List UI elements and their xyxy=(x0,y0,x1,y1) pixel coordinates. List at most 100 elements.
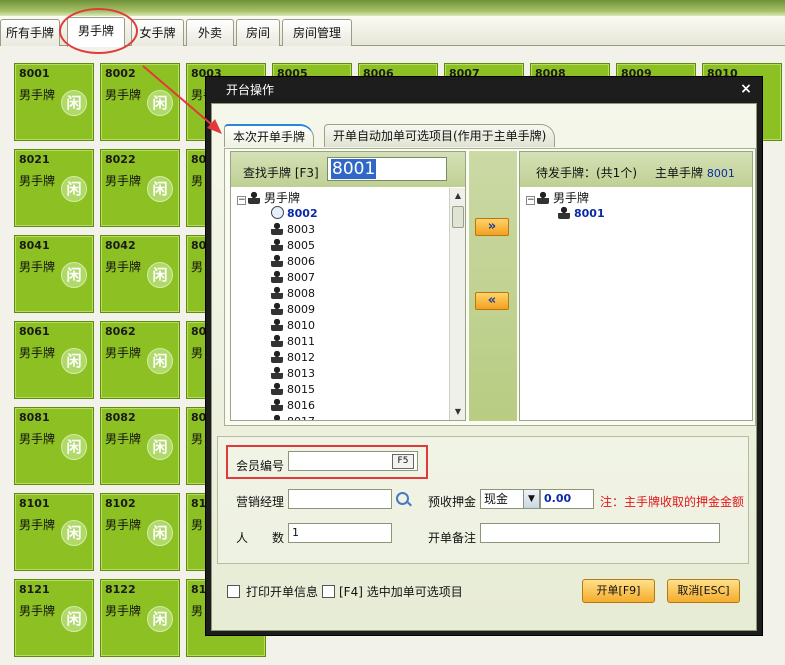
manager-input[interactable] xyxy=(288,489,392,509)
token-item-label: 8003 xyxy=(287,223,315,236)
deposit-amount-input[interactable]: 0.00 xyxy=(540,489,594,509)
tile-logo-icon: 闲 xyxy=(147,606,173,632)
person-icon xyxy=(271,382,283,395)
tile-logo-icon: 闲 xyxy=(147,90,173,116)
collapse-icon[interactable]: − xyxy=(237,196,246,205)
tree-root[interactable]: − 男手牌 xyxy=(237,190,300,206)
member-key-hint[interactable]: F5 xyxy=(392,454,414,469)
person-icon xyxy=(271,270,283,283)
token-item[interactable]: 8007 xyxy=(271,270,315,286)
tile-24[interactable]: 8121 男手牌闲 xyxy=(14,579,94,657)
tile-0[interactable]: 8001 男手牌闲 xyxy=(14,63,94,141)
token-item[interactable]: 8017 xyxy=(271,414,315,420)
tile-18[interactable]: 8081 男手牌闲 xyxy=(14,407,94,485)
tree-root-label: 男手牌 xyxy=(264,191,301,205)
token-item-label: 8002 xyxy=(287,207,318,220)
member-input[interactable]: F5 xyxy=(288,451,418,471)
people-input[interactable]: 1 xyxy=(288,523,392,543)
scroll-down-icon[interactable]: ▼ xyxy=(451,405,465,419)
token-item[interactable]: 8009 xyxy=(271,302,315,318)
pending-tree[interactable]: − 男手牌 8001 xyxy=(520,188,752,420)
tile-number: 8002 xyxy=(105,67,136,80)
tab-takeout[interactable]: 外卖 xyxy=(186,19,234,46)
tab-room-manage[interactable]: 房间管理 xyxy=(282,19,352,46)
pending-item[interactable]: 8001 xyxy=(558,206,605,222)
tile-15[interactable]: 8061 男手牌闲 xyxy=(14,321,94,399)
scroll-up-icon[interactable]: ▲ xyxy=(451,189,465,203)
cancel-button[interactable]: 取消[ESC] xyxy=(667,579,740,603)
tile-13[interactable]: 8042 男手牌闲 xyxy=(100,235,180,313)
tab-auto-items[interactable]: 开单自动加单可选项目(作用于主单手牌) xyxy=(324,124,556,147)
collapse-icon[interactable]: − xyxy=(526,196,535,205)
tile-1[interactable]: 8002 男手牌闲 xyxy=(100,63,180,141)
tile-19[interactable]: 8082 男手牌闲 xyxy=(100,407,180,485)
pending-item-label: 8001 xyxy=(574,207,605,220)
tile-25[interactable]: 8122 男手牌闲 xyxy=(100,579,180,657)
token-item[interactable]: 8011 xyxy=(271,334,315,350)
people-value: 1 xyxy=(292,526,299,539)
tile-number: 8102 xyxy=(105,497,136,510)
add-token-button[interactable]: » xyxy=(475,218,509,236)
token-item-label: 8005 xyxy=(287,239,315,252)
token-item[interactable]: 8008 xyxy=(271,286,315,302)
tile-number: 8021 xyxy=(19,153,50,166)
token-item[interactable]: 8002 xyxy=(271,206,318,222)
tile-kind: 男 xyxy=(191,174,204,188)
list-scrollbar[interactable]: ▲ ▼ xyxy=(449,188,465,420)
open-button[interactable]: 开单[F9] xyxy=(582,579,655,603)
token-tree[interactable]: − 男手牌 8002 8003 8005 8006 8007 8008 8009 8010 801… xyxy=(231,188,449,420)
token-item[interactable]: 8006 xyxy=(271,254,315,270)
open-table-dialog: 开台操作 × 本次开单手牌 开单自动加单可选项目(作用于主单手牌) 查找手牌 [… xyxy=(205,76,763,636)
manager-label: 营销经理 xyxy=(236,495,285,509)
tile-number: 8022 xyxy=(105,153,136,166)
search-icon[interactable] xyxy=(396,492,409,505)
tab-room[interactable]: 房间 xyxy=(236,19,280,46)
tile-logo-icon: 闲 xyxy=(61,434,87,460)
tile-logo-icon: 闲 xyxy=(61,262,87,288)
person-icon xyxy=(271,414,283,420)
person-icon xyxy=(271,318,283,331)
person-icon xyxy=(271,238,283,251)
token-item[interactable]: 8013 xyxy=(271,366,315,382)
tile-12[interactable]: 8041 男手牌闲 xyxy=(14,235,94,313)
tab-current-tokens[interactable]: 本次开单手牌 xyxy=(224,124,315,147)
tile-logo-icon: 闲 xyxy=(147,434,173,460)
pending-root[interactable]: − 男手牌 xyxy=(526,190,589,206)
find-token-input[interactable]: 8001 xyxy=(327,157,447,181)
tab-male[interactable]: 男手牌 xyxy=(67,17,125,47)
tile-number: 8041 xyxy=(19,239,50,252)
token-item[interactable]: 8003 xyxy=(271,222,315,238)
remark-input[interactable] xyxy=(480,523,720,543)
token-item[interactable]: 8010 xyxy=(271,318,315,334)
token-item-label: 8010 xyxy=(287,319,315,332)
tab-female[interactable]: 女手牌 xyxy=(131,19,184,46)
deposit-method-select[interactable]: 现金 ▼ xyxy=(480,489,540,509)
f4-checkbox[interactable] xyxy=(322,585,335,598)
tile-kind: 男 xyxy=(191,260,204,274)
tile-22[interactable]: 8102 男手牌闲 xyxy=(100,493,180,571)
tab-all[interactable]: 所有手牌 xyxy=(0,19,60,46)
tile-logo-icon: 闲 xyxy=(61,520,87,546)
token-item[interactable]: 8012 xyxy=(271,350,315,366)
person-icon xyxy=(537,191,549,204)
print-checkbox[interactable] xyxy=(227,585,240,598)
tile-10[interactable]: 8022 男手牌闲 xyxy=(100,149,180,227)
chevron-down-icon[interactable]: ▼ xyxy=(523,490,539,508)
tile-kind: 男手牌 xyxy=(19,518,56,532)
tile-logo-icon: 闲 xyxy=(61,606,87,632)
tile-logo-icon: 闲 xyxy=(61,348,87,374)
scroll-thumb[interactable] xyxy=(452,206,464,228)
tile-9[interactable]: 8021 男手牌闲 xyxy=(14,149,94,227)
token-item-label: 8006 xyxy=(287,255,315,268)
token-item[interactable]: 8016 xyxy=(271,398,315,414)
person-icon xyxy=(558,206,570,219)
tile-16[interactable]: 8062 男手牌闲 xyxy=(100,321,180,399)
remove-token-button[interactable]: « xyxy=(475,292,509,310)
tile-number: 8061 xyxy=(19,325,50,338)
token-item[interactable]: 8005 xyxy=(271,238,315,254)
token-item[interactable]: 8015 xyxy=(271,382,315,398)
tile-21[interactable]: 8101 男手牌闲 xyxy=(14,493,94,571)
dialog-title: 开台操作 xyxy=(226,83,275,97)
token-item-label: 8013 xyxy=(287,367,315,380)
close-icon[interactable]: × xyxy=(738,80,754,98)
